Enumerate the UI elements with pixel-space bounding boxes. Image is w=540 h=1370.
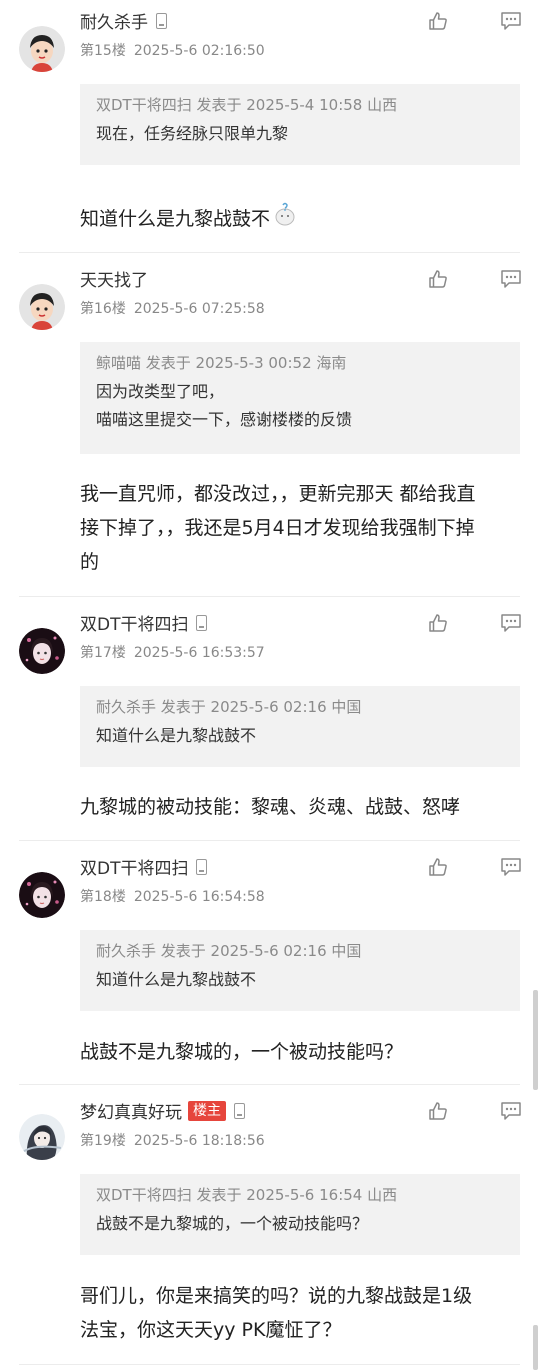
- comment-icon[interactable]: [500, 11, 522, 31]
- quote-header: 耐久杀手 发表于 2025-5-6 02:16 中国: [96, 698, 362, 716]
- post-body: 战鼓不是九黎城的，一个被动技能吗？: [80, 1041, 404, 1063]
- thread-author-badge: 楼主: [188, 1100, 226, 1121]
- comment-icon[interactable]: [500, 613, 522, 633]
- username[interactable]: 天天找了: [80, 266, 148, 291]
- post-meta: 第16楼 2025-5-6 07:25:58: [80, 298, 265, 318]
- thumbs-up-icon[interactable]: [428, 1101, 448, 1121]
- quote-line: 知道什么是九黎战鼓不: [96, 970, 257, 989]
- thumbs-up-icon[interactable]: [428, 11, 448, 31]
- username[interactable]: 梦幻真真好玩 楼主: [80, 1098, 245, 1123]
- phone-icon: [156, 12, 167, 29]
- thumbs-up-icon[interactable]: [428, 613, 448, 633]
- post-body: 我一直咒师，都没改过，，更新完那天 都给我直 接下掉了，，我还是5月4日才发现给…: [80, 483, 476, 573]
- floor-number: 第15楼: [80, 43, 126, 59]
- floor-number: 第18楼: [80, 889, 126, 905]
- post-time: 2025-5-6 18:18:56: [133, 1133, 265, 1149]
- username[interactable]: 耐久杀手: [80, 8, 167, 33]
- floor-number: 第19楼: [80, 1133, 126, 1149]
- floor-number: 第17楼: [80, 645, 126, 661]
- username[interactable]: 双DT干将四扫: [80, 610, 208, 635]
- post-divider: [19, 840, 520, 841]
- post-body: 知道什么是九黎战鼓不: [80, 201, 525, 238]
- post-time: 2025-5-6 02:16:50: [133, 43, 265, 59]
- post-time: 2025-5-6 16:53:57: [133, 645, 265, 661]
- thumbs-up-icon[interactable]: [428, 269, 448, 289]
- quoted-reply[interactable]: 双DT干将四扫 发表于 2025-5-4 10:58 山西 现在，任务经脉只限单…: [80, 84, 520, 165]
- quoted-reply[interactable]: 耐久杀手 发表于 2025-5-6 02:16 中国 知道什么是九黎战鼓不: [80, 930, 520, 1011]
- post-meta: 第19楼 2025-5-6 18:18:56: [80, 1130, 265, 1150]
- post-divider: [19, 1084, 520, 1085]
- scrollbar[interactable]: [533, 1325, 538, 1370]
- post-body: 哥们儿，你是来搞笑的吗？说的九黎战鼓是1级 法宝，你这天天yy PK魔怔了？: [80, 1285, 473, 1341]
- avatar[interactable]: [19, 284, 65, 330]
- post-meta: 第18楼 2025-5-6 16:54:58: [80, 886, 265, 906]
- quote-header: 双DT干将四扫 发表于 2025-5-6 16:54 山西: [96, 1186, 398, 1204]
- quote-line: 战鼓不是九黎城的，一个被动技能吗？: [96, 1214, 369, 1233]
- post-body: 九黎城的被动技能：黎魂、炎魂、战鼓、怒哮: [80, 796, 461, 818]
- post-time: 2025-5-6 16:54:58: [133, 889, 265, 905]
- floor-number: 第16楼: [80, 301, 126, 317]
- quoted-reply[interactable]: 鲸喵喵 发表于 2025-5-3 00:52 海南 因为改类型了吧， 喵喵这里提…: [80, 342, 520, 454]
- quoted-reply[interactable]: 双DT干将四扫 发表于 2025-5-6 16:54 山西 战鼓不是九黎城的，一…: [80, 1174, 520, 1255]
- quote-header: 鲸喵喵 发表于 2025-5-3 00:52 海南: [96, 354, 347, 372]
- post-divider: [19, 252, 520, 253]
- comment-icon[interactable]: [500, 269, 522, 289]
- phone-icon: [196, 858, 208, 875]
- confused-emoji-icon: [272, 201, 298, 238]
- quote-line: 现在，任务经脉只限单九黎: [96, 124, 289, 143]
- post-time: 2025-5-6 07:25:58: [133, 301, 265, 317]
- avatar[interactable]: [19, 26, 65, 72]
- avatar[interactable]: [19, 1114, 65, 1160]
- avatar[interactable]: [19, 872, 65, 918]
- quote-line: 因为改类型了吧，: [96, 382, 225, 401]
- quote-line: 知道什么是九黎战鼓不: [96, 726, 257, 745]
- thumbs-up-icon[interactable]: [428, 857, 448, 877]
- post-meta: 第17楼 2025-5-6 16:53:57: [80, 642, 265, 662]
- post-meta: 第15楼 2025-5-6 02:16:50: [80, 40, 265, 60]
- post-divider: [19, 1364, 520, 1365]
- scrollbar[interactable]: [533, 990, 538, 1090]
- comment-icon[interactable]: [500, 857, 522, 877]
- quote-header: 双DT干将四扫 发表于 2025-5-4 10:58 山西: [96, 96, 398, 114]
- quoted-reply[interactable]: 耐久杀手 发表于 2025-5-6 02:16 中国 知道什么是九黎战鼓不: [80, 686, 520, 767]
- comment-icon[interactable]: [500, 1101, 522, 1121]
- phone-icon: [234, 1102, 245, 1119]
- avatar[interactable]: [19, 628, 65, 674]
- quote-line: 喵喵这里提交一下，感谢楼楼的反馈: [96, 410, 353, 429]
- quote-header: 耐久杀手 发表于 2025-5-6 02:16 中国: [96, 942, 362, 960]
- phone-icon: [196, 614, 208, 631]
- post-divider: [19, 596, 520, 597]
- username[interactable]: 双DT干将四扫: [80, 854, 208, 879]
